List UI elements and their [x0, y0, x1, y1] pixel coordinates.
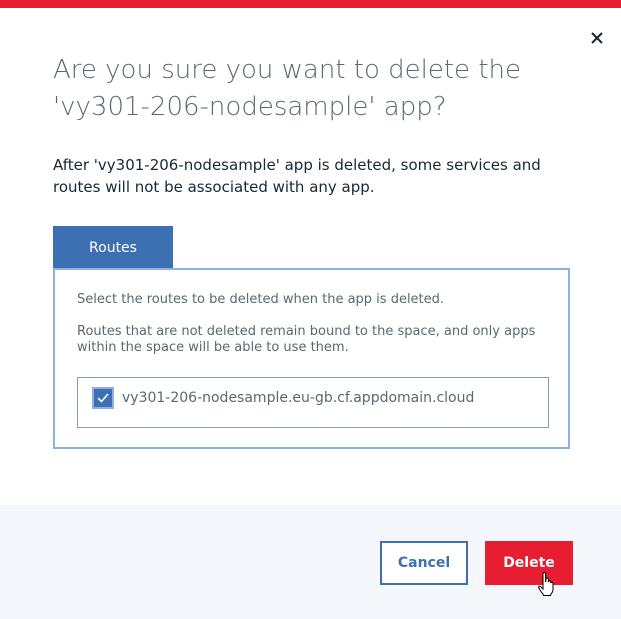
hand-pointer-icon	[538, 572, 554, 596]
dialog-description: After 'vy301-206-nodesample' app is dele…	[53, 156, 541, 196]
routes-note: Routes that are not deleted remain bound…	[77, 324, 536, 355]
route-label: vy301-206-nodesample.eu-gb.cf.appdomain.…	[122, 390, 475, 406]
close-icon	[591, 32, 603, 44]
delete-button[interactable]: Delete	[485, 541, 573, 585]
danger-top-bar	[0, 0, 621, 8]
tab-routes[interactable]: Routes	[53, 226, 173, 269]
close-button[interactable]	[587, 28, 607, 48]
routes-panel: Select the routes to be deleted when the…	[53, 268, 570, 449]
checkmark-icon	[97, 393, 109, 403]
delete-app-modal: Are you sure you want to delete the 'vy3…	[0, 0, 621, 619]
dialog-title: Are you sure you want to delete the 'vy3…	[53, 55, 521, 122]
route-list: vy301-206-nodesample.eu-gb.cf.appdomain.…	[77, 377, 549, 428]
routes-instruction: Select the routes to be deleted when the…	[77, 292, 445, 307]
cancel-button[interactable]: Cancel	[380, 541, 468, 585]
modal-footer: Cancel Delete	[0, 505, 621, 619]
route-checkbox[interactable]	[92, 387, 114, 409]
